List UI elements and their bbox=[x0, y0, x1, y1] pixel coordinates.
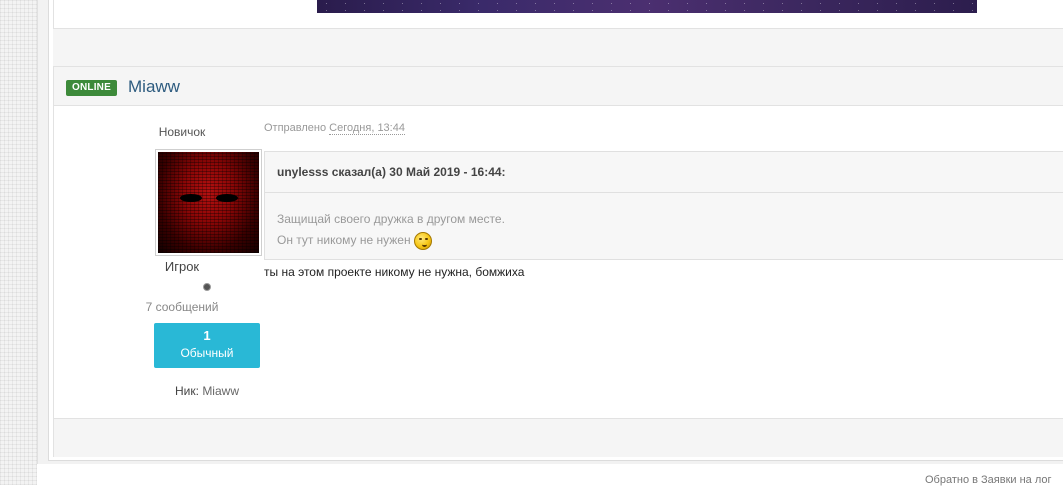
nickname-line: Ник: Miaww bbox=[104, 384, 310, 398]
post-body: Новичок Игрок 7 сообщений 1 Обычный Ник:… bbox=[53, 106, 1063, 418]
member-rank: Игрок bbox=[164, 259, 200, 274]
quote-line-2: Он тут никому не нужен bbox=[277, 233, 411, 247]
author-name-link[interactable]: Miaww bbox=[128, 77, 180, 97]
posted-prefix: Отправлено bbox=[264, 122, 327, 134]
quote-block: unylesss сказал(а) 30 Май 2019 - 16:44: … bbox=[264, 151, 1063, 260]
post-header: ONLINE Miaww bbox=[53, 66, 1063, 106]
reputation-label: Обычный bbox=[180, 346, 234, 360]
wink-smiley-icon bbox=[413, 231, 432, 250]
previous-post-body bbox=[53, 0, 1063, 29]
quote-line-2-wrap: Он тут никому не нужен bbox=[277, 230, 505, 251]
avatar-eye-left bbox=[180, 194, 202, 202]
post-count: 7 сообщений bbox=[145, 300, 219, 314]
back-to-forum-link[interactable]: Обратно в Заявки на лог bbox=[925, 474, 1052, 486]
reputation-box: 1 Обычный bbox=[154, 323, 260, 368]
previous-post-image bbox=[317, 0, 977, 13]
post-footer bbox=[53, 418, 1063, 457]
post-message-text: ты на этом проекте никому не нужна, бомж… bbox=[264, 265, 525, 279]
rank-pip-icon bbox=[203, 283, 211, 291]
quote-citation: unylesss сказал(а) 30 Май 2019 - 16:44: bbox=[265, 152, 1063, 193]
online-status-badge: ONLINE bbox=[66, 80, 117, 96]
avatar[interactable] bbox=[155, 149, 262, 256]
reputation-value: 1 bbox=[203, 328, 211, 343]
member-group-title: Новичок bbox=[158, 125, 206, 139]
nickname-label: Ник: bbox=[175, 384, 199, 398]
avatar-eye-right bbox=[216, 194, 238, 202]
previous-post-footer bbox=[53, 29, 1063, 66]
quote-line-1: Защищай своего дружка в другом месте. bbox=[277, 212, 505, 226]
page-background-pattern bbox=[0, 0, 37, 485]
quote-text: Защищай своего дружка в другом месте. Он… bbox=[277, 209, 505, 251]
post-meta: Отправлено Сегодня, 13:44 bbox=[264, 122, 405, 135]
avatar-image bbox=[158, 152, 259, 253]
nickname-value: Miaww bbox=[202, 384, 239, 398]
posted-date: Сегодня, 13:44 bbox=[329, 122, 405, 135]
